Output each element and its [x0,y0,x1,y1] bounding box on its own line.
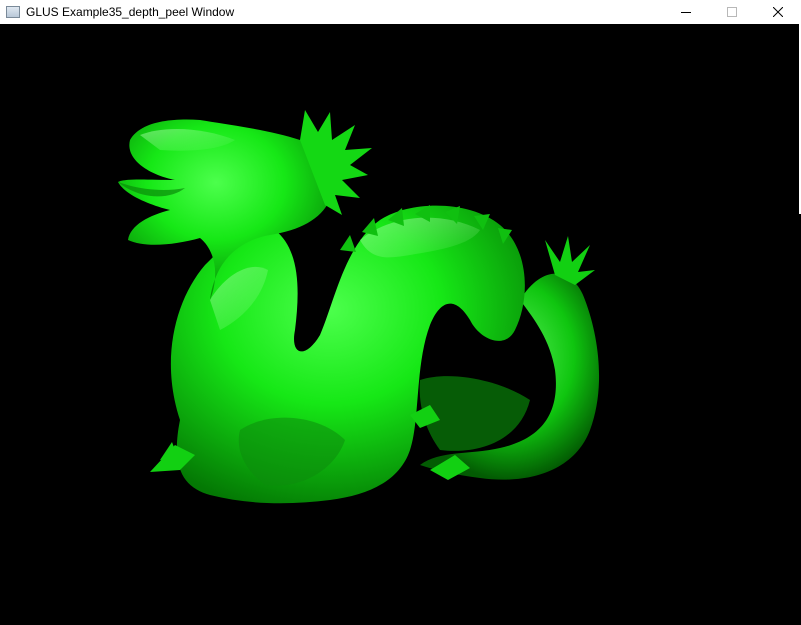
window-controls [663,0,801,24]
minimize-button[interactable] [663,0,709,24]
window-title: GLUS Example35_depth_peel Window [26,5,235,19]
close-button[interactable] [755,0,801,24]
minimize-icon [681,12,691,13]
maximize-button[interactable] [709,0,755,24]
close-icon [773,7,783,17]
dragon-render [118,110,600,504]
render-viewport[interactable] [0,24,801,625]
app-window: GLUS Example35_depth_peel Window [0,0,801,625]
maximize-icon [727,7,737,17]
app-icon[interactable] [6,6,20,18]
title-bar[interactable]: GLUS Example35_depth_peel Window [0,0,801,24]
